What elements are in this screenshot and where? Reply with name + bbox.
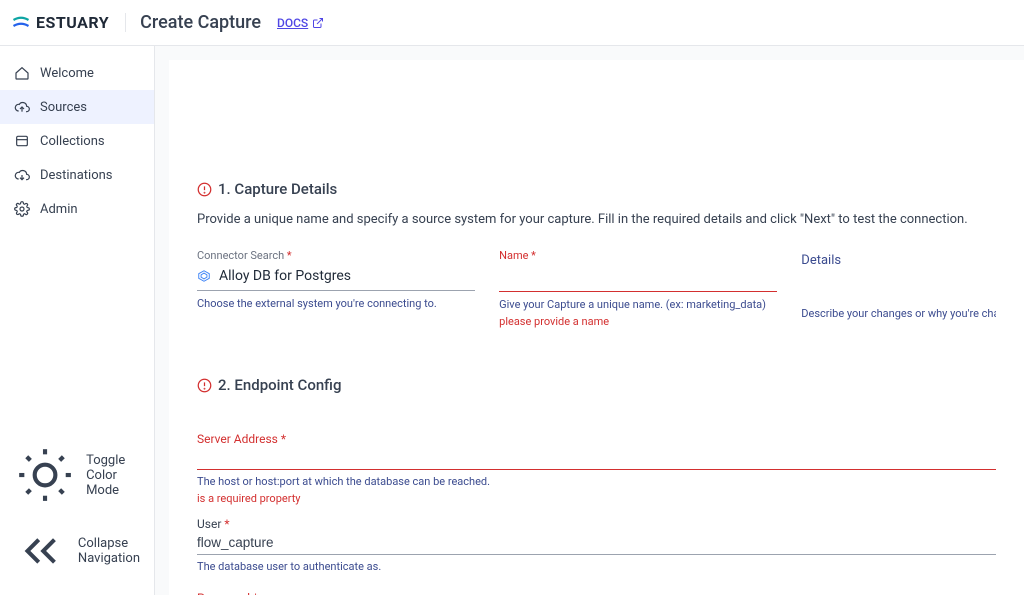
toggle-color-mode-label: Toggle Color Mode <box>86 453 140 498</box>
connector-label: Connector Search * <box>197 249 475 262</box>
name-field: Name * Give your Capture a unique name. … <box>499 249 777 328</box>
user-input[interactable] <box>197 533 996 555</box>
sidebar-bottom: Toggle Color Mode Collapse Navigation <box>0 426 154 595</box>
collapse-navigation-label: Collapse Navigation <box>78 536 140 566</box>
password-field: Password * <box>197 591 996 595</box>
toggle-color-mode-button[interactable]: Toggle Color Mode <box>0 435 154 515</box>
server-address-field: Server Address * The host or host:port a… <box>197 432 996 505</box>
nav: Welcome Sources Collections Destinations… <box>0 46 154 426</box>
sidebar-item-admin[interactable]: Admin <box>0 192 154 226</box>
external-link-icon <box>312 17 324 29</box>
upload-cloud-icon <box>14 99 30 115</box>
chevrons-left-icon <box>14 524 68 578</box>
sidebar-item-label: Collections <box>40 134 105 149</box>
details-helper: Describe your changes or why you're chan… <box>801 307 996 320</box>
collapse-navigation-button[interactable]: Collapse Navigation <box>0 515 154 587</box>
sidebar-item-collections[interactable]: Collections <box>0 124 154 158</box>
section-title-endpoint-config: 2. Endpoint Config <box>197 376 996 394</box>
form-panel: 1. Capture Details Provide a unique name… <box>169 60 1024 595</box>
password-label: Password * <box>197 591 996 595</box>
alert-circle-icon <box>197 182 212 197</box>
connector-search-input[interactable]: Alloy DB for Postgres <box>197 266 475 291</box>
details-label[interactable]: Details <box>801 249 996 275</box>
section-title-text: 2. Endpoint Config <box>218 376 341 394</box>
alloydb-icon <box>197 269 211 283</box>
brand-name: ESTUARY <box>36 13 109 32</box>
user-label: User * <box>197 517 996 531</box>
section-title-text: 1. Capture Details <box>218 180 337 198</box>
sidebar-item-destinations[interactable]: Destinations <box>0 158 154 192</box>
estuary-logo-icon <box>12 14 30 32</box>
sidebar-item-label: Admin <box>40 202 78 217</box>
name-label: Name * <box>499 249 777 262</box>
section-description: Provide a unique name and specify a sour… <box>197 212 996 227</box>
connector-helper: Choose the external system you're connec… <box>197 297 475 310</box>
server-address-label: Server Address * <box>197 432 996 446</box>
sidebar-item-sources[interactable]: Sources <box>0 90 154 124</box>
docs-link[interactable]: DOCS <box>277 16 324 30</box>
main-content: 1. Capture Details Provide a unique name… <box>155 46 1024 595</box>
name-helper: Give your Capture a unique name. (ex: ma… <box>499 298 777 311</box>
top-bar: ESTUARY Create Capture DOCS <box>0 0 1024 46</box>
sidebar-item-label: Welcome <box>40 66 94 81</box>
user-helper: The database user to authenticate as. <box>197 560 996 573</box>
server-address-error: is a required property <box>197 492 996 505</box>
sidebar-item-welcome[interactable]: Welcome <box>0 56 154 90</box>
details-field: Details Describe your changes or why you… <box>801 249 996 328</box>
name-error: please provide a name <box>499 315 777 328</box>
sidebar-item-label: Destinations <box>40 168 113 183</box>
section-title-capture-details: 1. Capture Details <box>197 180 996 198</box>
connector-field: Connector Search * Alloy DB for Postgres… <box>197 249 475 328</box>
database-icon <box>14 133 30 149</box>
sidebar: Welcome Sources Collections Destinations… <box>0 46 155 595</box>
server-address-input[interactable] <box>197 448 996 470</box>
sidebar-item-label: Sources <box>40 100 87 115</box>
connector-value-text: Alloy DB for Postgres <box>219 268 351 284</box>
sun-icon <box>14 444 76 506</box>
name-input[interactable] <box>499 266 777 292</box>
server-address-helper: The host or host:port at which the datab… <box>197 475 996 488</box>
docs-link-label: DOCS <box>277 16 308 30</box>
brand-logo[interactable]: ESTUARY <box>12 13 126 32</box>
home-icon <box>14 65 30 81</box>
download-cloud-icon <box>14 167 30 183</box>
gear-icon <box>14 201 30 217</box>
user-field: User * The database user to authenticate… <box>197 517 996 573</box>
page-title: Create Capture <box>140 12 261 33</box>
alert-circle-icon <box>197 378 212 393</box>
